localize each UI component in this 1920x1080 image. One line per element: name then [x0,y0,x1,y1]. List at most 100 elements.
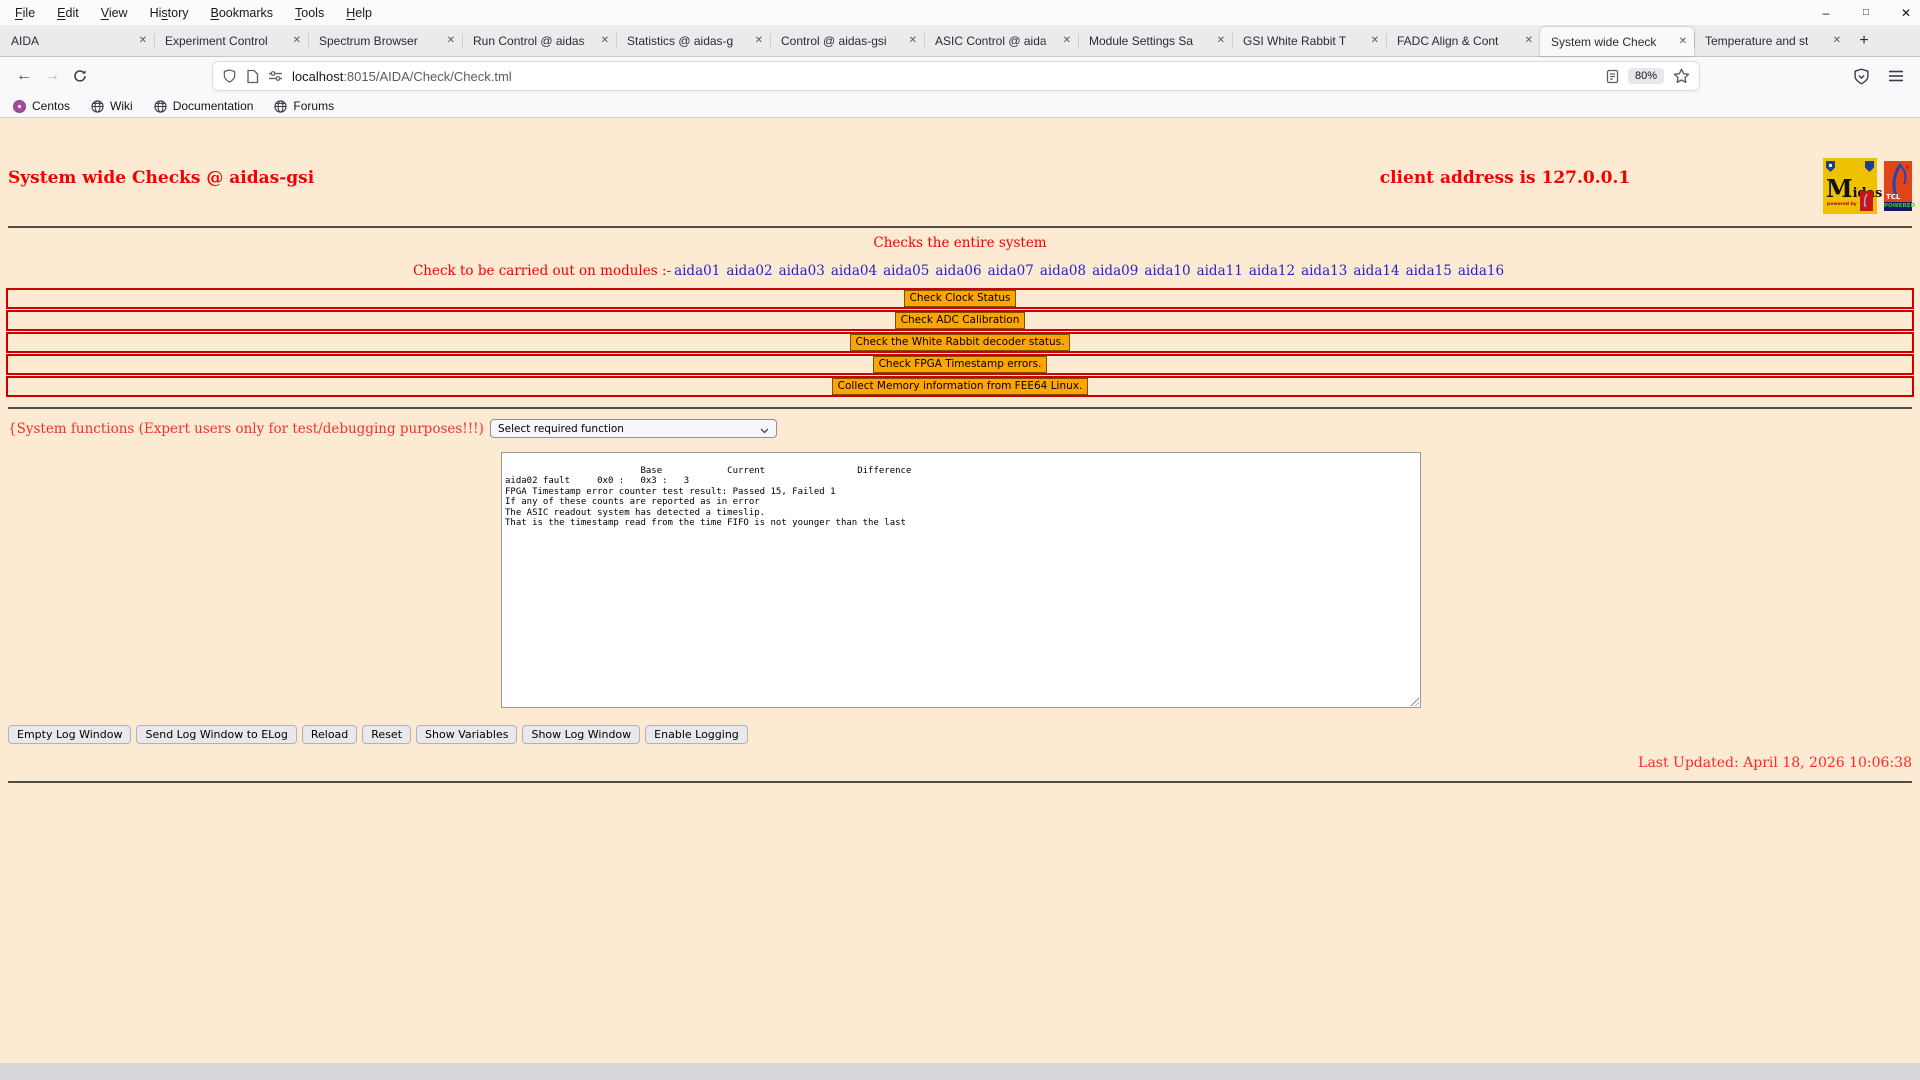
module-link-aida06[interactable]: aida06 [935,263,981,279]
tcl-logo[interactable]: TCL POWERED [1884,161,1916,211]
tab-experiment-control[interactable]: Experiment Control ✕ [154,25,308,56]
bookmark-forums[interactable]: Forums [274,99,334,113]
module-link-aida01[interactable]: aida01 [674,263,720,279]
log-window[interactable]: Base Current Difference aida02 fault 0x0… [501,452,1421,708]
midas-powered-by-text: powered by [1827,202,1857,207]
show-log-window-button[interactable]: Show Log Window [522,725,641,744]
tab-label: GSI White Rabbit T [1243,33,1347,48]
url-path: :8015/AIDA/Check/Check.tml [343,68,512,84]
minimize-button[interactable]: – [1818,6,1834,20]
check-the-white-rabbit-decoder-status-button[interactable]: Check the White Rabbit decoder status. [849,334,1071,351]
hamburger-menu-icon[interactable] [1888,69,1904,83]
module-link-aida12[interactable]: aida12 [1249,263,1295,279]
chevron-down-icon [760,419,769,438]
system-functions-label: {System functions (Expert users only for… [8,421,510,437]
bookmark-documentation[interactable]: Documentation [154,99,254,113]
tab-close-icon[interactable]: ✕ [447,35,455,46]
tab-temperature-and-st[interactable]: Temperature and st ✕ [1694,25,1848,56]
module-link-aida10[interactable]: aida10 [1144,263,1190,279]
resize-handle[interactable] [1409,696,1419,706]
bookmark-star-icon[interactable] [1673,68,1690,84]
tab-asic-control-aida[interactable]: ASIC Control @ aida ✕ [924,25,1078,56]
empty-log-window-button[interactable]: Empty Log Window [8,725,132,744]
url-bar[interactable]: localhost:8015/AIDA/Check/Check.tml 80% [212,61,1700,91]
tab-close-icon[interactable]: ✕ [755,35,763,46]
bookmark-label: Documentation [172,99,254,113]
reload-button[interactable]: Reload [301,725,358,744]
tab-close-icon[interactable]: ✕ [601,35,609,46]
tcl-powered-text: POWERED [1884,202,1916,211]
url-text[interactable]: localhost:8015/AIDA/Check/Check.tml [292,69,512,84]
menu-tools[interactable]: Tools [284,3,335,23]
reader-mode-icon[interactable] [1606,69,1619,84]
collect-memory-information-from-fee64-linux-button[interactable]: Collect Memory information from FEE64 Li… [831,378,1089,395]
check-adc-calibration-button[interactable]: Check ADC Calibration [894,312,1026,329]
module-link-aida11[interactable]: aida11 [1197,263,1243,279]
check-fpga-timestamp-errors-button[interactable]: Check FPGA Timestamp errors. [872,356,1048,373]
module-link-aida09[interactable]: aida09 [1092,263,1138,279]
bookmark-centos[interactable]: Centos [13,99,70,113]
forward-button[interactable]: → [38,62,66,90]
module-link-aida13[interactable]: aida13 [1301,263,1347,279]
tab-fadc-align-cont[interactable]: FADC Align & Cont ✕ [1386,25,1540,56]
tab-aida[interactable]: AIDA ✕ [0,25,154,56]
back-button[interactable]: ← [10,62,38,90]
show-variables-button[interactable]: Show Variables [416,725,518,744]
tab-close-icon[interactable]: ✕ [1679,36,1687,47]
module-link-aida16[interactable]: aida16 [1458,263,1504,279]
tab-system-wide-check[interactable]: System wide Check ✕ [1540,27,1694,56]
bookmark-wiki[interactable]: Wiki [91,99,133,113]
tab-module-settings-sa[interactable]: Module Settings Sa ✕ [1078,25,1232,56]
check-clock-status-button[interactable]: Check Clock Status [903,290,1017,307]
log-button-row: Empty Log Window Send Log Window to ELog R… [8,725,748,744]
module-link-aida03[interactable]: aida03 [779,263,825,279]
tab-close-icon[interactable]: ✕ [139,35,147,46]
tab-close-icon[interactable]: ✕ [1833,35,1841,46]
tab-run-control-aidas[interactable]: Run Control @ aidas ✕ [462,25,616,56]
menu-history[interactable]: History [139,3,200,23]
module-link-aida02[interactable]: aida02 [726,263,772,279]
tab-spectrum-browser[interactable]: Spectrum Browser ✕ [308,25,462,56]
module-link-aida08[interactable]: aida08 [1040,263,1086,279]
module-link-aida04[interactable]: aida04 [831,263,877,279]
tab-close-icon[interactable]: ✕ [1063,35,1071,46]
page-info-icon[interactable] [246,69,259,84]
bookmark-label: Centos [32,99,71,113]
module-link-aida05[interactable]: aida05 [883,263,929,279]
menu-edit[interactable]: Edit [46,3,90,23]
reset-button[interactable]: Reset [362,725,412,744]
tab-close-icon[interactable]: ✕ [1371,35,1379,46]
tab-gsi-white-rabbit-t[interactable]: GSI White Rabbit T ✕ [1232,25,1386,56]
tab-close-icon[interactable]: ✕ [1525,35,1533,46]
tcl-logo-text: TCL [1886,193,1901,201]
function-select[interactable]: Select required function [490,419,777,438]
tab-close-icon[interactable]: ✕ [1217,35,1225,46]
tab-close-icon[interactable]: ✕ [909,35,917,46]
reload-button[interactable] [66,62,94,90]
tab-label: FADC Align & Cont [1397,33,1499,48]
permissions-sliders-icon[interactable] [268,70,283,82]
account-shield-icon[interactable] [1853,68,1870,85]
module-link-aida15[interactable]: aida15 [1406,263,1452,279]
shield-icon[interactable] [222,68,237,84]
maximize-button[interactable]: □ [1858,7,1874,18]
send-log-window-to-elog-button[interactable]: Send Log Window to ELog [136,725,297,744]
globe-icon [274,99,288,113]
module-link-aida14[interactable]: aida14 [1353,263,1399,279]
zoom-level-badge[interactable]: 80% [1627,68,1664,84]
tab-control-aidas-gsi[interactable]: Control @ aidas-gsi ✕ [770,25,924,56]
tab-close-icon[interactable]: ✕ [293,35,301,46]
menu-view[interactable]: View [90,3,139,23]
tab-statistics-aidas-g[interactable]: Statistics @ aidas-g ✕ [616,25,770,56]
menu-bookmarks[interactable]: Bookmarks [200,3,285,23]
module-link-aida07[interactable]: aida07 [988,263,1034,279]
enable-logging-button[interactable]: Enable Logging [645,725,748,744]
midas-logo[interactable]: Midas powered by [1823,158,1882,214]
tab-label: System wide Check [1551,34,1657,49]
menu-help[interactable]: Help [335,3,383,23]
bookmarks-toolbar: Centos Wiki Documentation Forums [0,95,1920,118]
menu-file[interactable]: File [4,3,46,23]
new-tab-button[interactable]: + [1848,25,1880,56]
close-window-button[interactable]: ✕ [1898,6,1914,20]
check-row: Check Clock Status [6,288,1914,309]
